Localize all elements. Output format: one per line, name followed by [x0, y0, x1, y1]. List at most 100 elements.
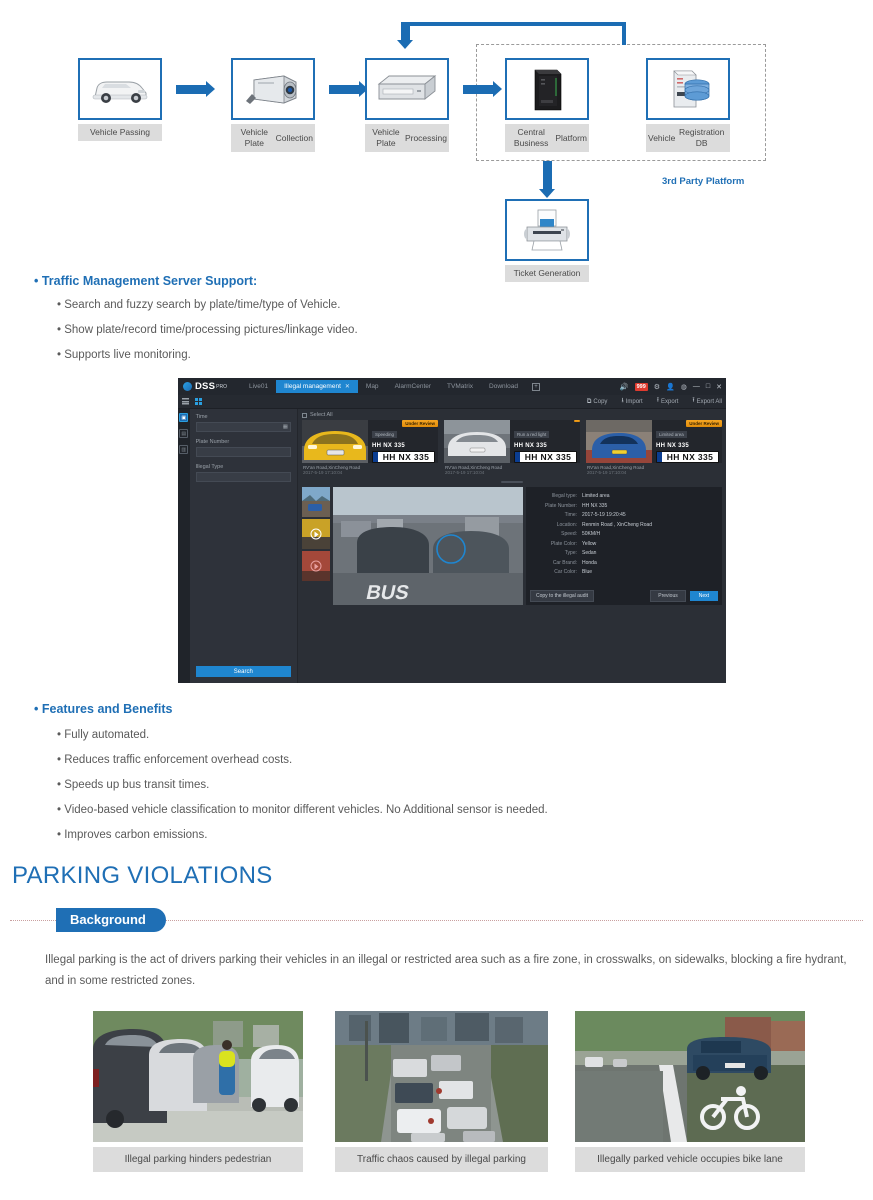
- tab-alarm-center[interactable]: AlarmCenter: [387, 380, 439, 393]
- list-view-icon[interactable]: [182, 398, 189, 405]
- tab-tv-matrix[interactable]: TVMatrix: [439, 380, 481, 393]
- select-all-label: Select All: [310, 412, 333, 418]
- panel-splitter[interactable]: [501, 481, 523, 483]
- minimize-button[interactable]: —: [693, 383, 700, 390]
- violation-detail-panel: Illegal type: Limited area Plate Number:…: [526, 487, 722, 605]
- import-button[interactable]: ⭳ Import: [621, 396, 642, 407]
- plate-image: HH NX 335: [656, 451, 719, 463]
- photo-frame[interactable]: [93, 1011, 303, 1142]
- violation-card[interactable]: Under Review Limited area HH NX 335 HH N…: [586, 420, 722, 475]
- play-icon[interactable]: [310, 528, 322, 540]
- features-bullet-4: Improves carbon emissions.: [57, 829, 207, 841]
- dss-toolbar-actions: ⧉ Copy ⭳ Import ⭱ Export ⭱ Export All: [587, 396, 722, 407]
- detail-row: Car Brand: Honda: [530, 560, 718, 566]
- page-title: PARKING VIOLATIONS: [12, 862, 273, 889]
- copy-to-illegal-audit-button[interactable]: Copy to the illegal audit: [530, 590, 594, 602]
- time-field-label: Time: [195, 414, 208, 420]
- photo-card-bike-lane: Illegally parked vehicle occupies bike l…: [575, 1011, 805, 1172]
- tab-live01[interactable]: Live01: [241, 380, 276, 393]
- plate-number-input[interactable]: [195, 447, 291, 457]
- detail-row: Location: Renmin Road , XinCheng Road: [530, 522, 718, 528]
- export-button[interactable]: ⭱ Export: [657, 396, 679, 407]
- database-icon: [673, 70, 710, 108]
- gear-icon[interactable]: ⚙: [654, 383, 660, 391]
- feedback-line-right-riser: [622, 22, 626, 45]
- search-button[interactable]: Search: [195, 666, 291, 677]
- photo-caption: Illegal parking hinders pedestrian: [93, 1147, 303, 1172]
- violation-card[interactable]: Under Review Speeding HH NX 335 HH NX 33…: [302, 420, 438, 475]
- violation-card-caption: RV'an Road,XinCheng Road 2017-5-19 17:10…: [586, 463, 722, 475]
- detail-key: Illegal type:: [551, 493, 577, 499]
- status-badge: Under Review: [402, 420, 438, 427]
- detail-row: Time: 2017-5-19 19:20:45: [530, 512, 718, 518]
- maximize-button[interactable]: □: [706, 383, 710, 390]
- dss-logo: DSS PRO: [178, 381, 227, 392]
- dss-logo-mark-icon: [183, 382, 192, 391]
- detail-row: Illegal type: Limited area: [530, 493, 718, 499]
- tab-download[interactable]: Download: [481, 380, 526, 393]
- flow-node-box: [231, 58, 315, 120]
- workflow-diagram: 3rd Party Platform Vehicle Passing Vehic…: [0, 0, 873, 300]
- import-icon: ⭳: [621, 397, 624, 404]
- flow-node-box: [646, 58, 730, 120]
- next-button[interactable]: Next: [689, 591, 718, 601]
- violation-photo-blue-car[interactable]: [586, 420, 652, 463]
- printer-icon: [524, 209, 570, 251]
- violation-card[interactable]: Run a red light HH NX 335 HH NX 335 RV'a…: [444, 420, 580, 475]
- detail-key: Plate Number:: [545, 502, 577, 509]
- car-icon: [92, 81, 148, 103]
- dss-title-bar: DSS PRO Live01 Illegal management ✕ Map …: [178, 378, 726, 395]
- flow-node-vehicle-passing: Vehicle Passing: [78, 58, 162, 141]
- user-icon[interactable]: 👤: [666, 383, 675, 391]
- status-badge: Under Review: [686, 420, 722, 427]
- svg-text:BUS: BUS: [364, 582, 411, 604]
- evidence-thumbnail-photo[interactable]: [302, 487, 330, 517]
- rail-archive-icon[interactable]: ▥: [179, 445, 189, 454]
- play-icon[interactable]: [310, 560, 322, 572]
- evidence-main-view[interactable]: BUS: [333, 487, 523, 605]
- dss-filter-panel: Time ▦ Plate Number Illegal Type Search: [189, 409, 298, 683]
- help-icon[interactable]: ◍: [681, 383, 687, 391]
- export-label: Export: [661, 398, 679, 405]
- violation-card-caption: RV'an Road,XinCheng Road 2017-5-19 17:10…: [444, 463, 580, 475]
- plate-text: HH NX 335: [656, 443, 690, 449]
- violation-photo-silver-car[interactable]: [444, 420, 510, 463]
- time-input[interactable]: ▦: [195, 422, 291, 432]
- flow-node-central-business-platform: Central Business Platform: [505, 58, 589, 152]
- flow-node-plate-processing: Vehicle Plate Processing: [365, 58, 449, 152]
- speaker-icon[interactable]: 🔊: [620, 383, 629, 391]
- flow-node-label-line1: Vehicle Plate: [240, 127, 269, 148]
- calendar-icon[interactable]: ▦: [283, 424, 288, 430]
- rail-records-icon[interactable]: ▤: [179, 429, 189, 438]
- violation-card-info: Under Review Limited area HH NX 335 HH N…: [652, 420, 722, 463]
- flow-node-label-line1: Vehicle Plate: [372, 127, 400, 148]
- illegal-type-input[interactable]: [195, 472, 291, 482]
- previous-button[interactable]: Previous: [650, 590, 686, 602]
- evidence-thumbnail-video[interactable]: [302, 519, 330, 549]
- select-all-row[interactable]: Select All: [298, 409, 726, 420]
- tab-illegal-management[interactable]: Illegal management ✕: [276, 380, 358, 393]
- grid-view-icon[interactable]: [195, 398, 202, 405]
- flow-node-label-line2: Collection: [275, 132, 313, 143]
- flow-arrow-4: [539, 161, 555, 198]
- photo-frame[interactable]: [335, 1011, 548, 1142]
- violation-card-top: Run a red light HH NX 335 HH NX 335: [444, 420, 580, 463]
- violation-photo-yellow-car[interactable]: [302, 420, 368, 463]
- evidence-thumbnail-video-2[interactable]: [302, 551, 330, 581]
- features-bullet-1: Reduces traffic enforcement overhead cos…: [57, 754, 292, 766]
- add-tab-button[interactable]: +: [531, 382, 540, 391]
- import-label: Import: [625, 398, 643, 405]
- tab-map[interactable]: Map: [358, 380, 387, 393]
- flow-node-label: Ticket Generation: [505, 265, 589, 282]
- tab-close-icon[interactable]: ✕: [345, 383, 350, 390]
- close-button[interactable]: ✕: [716, 383, 722, 391]
- detail-value: 50KM/H: [582, 531, 601, 537]
- select-all-checkbox[interactable]: [302, 412, 307, 418]
- rail-illegal-icon[interactable]: ▣: [179, 413, 189, 422]
- violation-type: Speeding: [372, 431, 398, 438]
- photo-frame[interactable]: [575, 1011, 805, 1142]
- alarm-count-badge[interactable]: 999: [634, 382, 648, 391]
- export-all-button[interactable]: ⭱ Export All: [692, 396, 722, 407]
- traffic-support-bullet-1: Show plate/record time/processing pictur…: [57, 324, 357, 336]
- copy-button[interactable]: ⧉ Copy: [587, 396, 608, 407]
